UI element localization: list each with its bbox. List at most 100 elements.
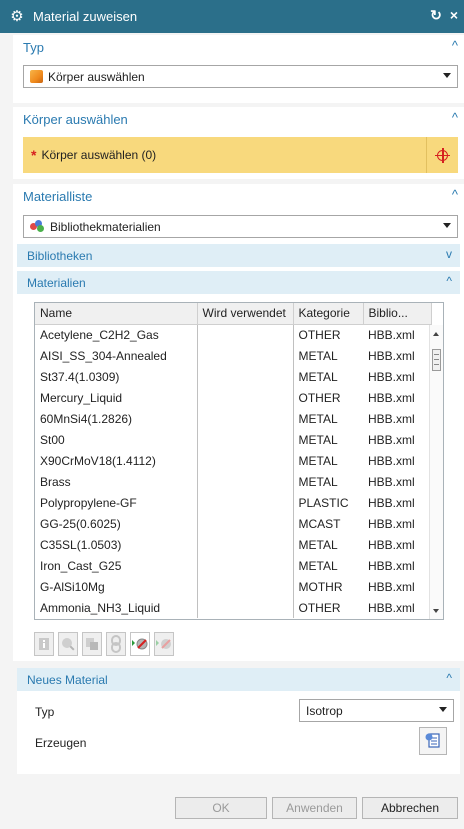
table-row[interactable]: Ammonia_NH3_Liquid OTHER HBB.xml	[35, 597, 431, 618]
typ-section-title: Typ	[23, 39, 44, 55]
dropdown-arrow-icon	[443, 73, 451, 78]
column-header-used[interactable]: Wird verwendet	[197, 303, 294, 325]
typ-dropdown[interactable]: Körper auswählen	[23, 65, 458, 88]
material-name: AISI_SS_304-Annealed	[40, 348, 167, 363]
reset-icon[interactable]: ↻	[430, 7, 442, 24]
close-icon[interactable]: ×	[450, 7, 458, 24]
material-source-value: Bibliothekmaterialien	[50, 219, 161, 234]
typ-section: Typ ^ Körper auswählen	[13, 35, 464, 103]
apply-button[interactable]: Anwenden	[272, 797, 357, 819]
bibliotheken-label: Bibliotheken	[27, 248, 93, 263]
material-name: Polypropylene-GF	[40, 495, 137, 510]
table-row[interactable]: G-AlSi10Mg MOTHR HBB.xml	[35, 576, 431, 597]
table-row[interactable]: 60MnSi4(1.2826) METAL HBB.xml	[35, 408, 431, 429]
link-icon[interactable]	[106, 632, 126, 656]
cancel-button[interactable]: Abbrechen	[362, 797, 458, 819]
select-body-title: Körper auswählen	[23, 111, 128, 127]
material-name: St37.4(1.0309)	[40, 369, 120, 384]
material-library: HBB.xml	[368, 474, 415, 489]
window-title: Material zuweisen	[33, 9, 138, 24]
material-list-header[interactable]: Materialliste ^	[13, 184, 464, 208]
material-source-dropdown[interactable]: Bibliothekmaterialien	[23, 215, 458, 238]
ok-button[interactable]: OK	[175, 797, 267, 819]
material-category: METAL	[298, 348, 338, 363]
table-row[interactable]: Polypropylene-GF PLASTIC HBB.xml	[35, 492, 431, 513]
typ-section-header[interactable]: Typ ^	[13, 35, 464, 59]
material-name: Brass	[40, 474, 71, 489]
material-list-title: Materialliste	[23, 188, 93, 204]
material-category: METAL	[298, 411, 338, 426]
scroll-down-icon[interactable]	[433, 609, 439, 613]
material-name: Mercury_Liquid	[40, 390, 123, 405]
material-name: C35SL(1.0503)	[40, 537, 122, 552]
scroll-up-icon[interactable]	[433, 332, 439, 336]
table-row[interactable]: Acetylene_C2H2_Gas OTHER HBB.xml	[35, 324, 431, 345]
column-header-name[interactable]: Name	[35, 303, 198, 325]
info-icon[interactable]	[34, 632, 54, 656]
collapse-icon[interactable]: ^	[452, 110, 458, 125]
material-name: X90CrMoV18(1.4112)	[40, 453, 156, 468]
material-library: HBB.xml	[368, 600, 415, 615]
material-used	[196, 471, 294, 492]
gear-icon: ⚙	[10, 8, 24, 25]
material-used	[196, 492, 294, 513]
column-header-library[interactable]: Biblio...	[363, 303, 432, 325]
select-body-label: Körper auswählen (0)	[41, 148, 157, 162]
material-used	[196, 429, 294, 450]
inspect-icon[interactable]	[58, 632, 78, 656]
table-row[interactable]: Mercury_Liquid OTHER HBB.xml	[35, 387, 431, 408]
copy-icon[interactable]	[82, 632, 102, 656]
material-category: METAL	[298, 453, 338, 468]
create-material-button[interactable]	[419, 727, 447, 755]
assign-icon[interactable]	[130, 632, 150, 656]
material-library: HBB.xml	[368, 516, 415, 531]
material-used	[196, 555, 294, 576]
material-used	[196, 450, 294, 471]
bibliotheken-subheader[interactable]: Bibliotheken v	[17, 244, 460, 267]
collapse-icon[interactable]: ^	[446, 671, 452, 685]
material-library: HBB.xml	[368, 411, 415, 426]
materialien-subheader[interactable]: Materialien ^	[17, 271, 460, 294]
material-library: HBB.xml	[368, 537, 415, 552]
expand-icon[interactable]: v	[446, 247, 452, 261]
collapse-icon[interactable]: ^	[446, 274, 452, 288]
material-used	[196, 597, 294, 618]
material-name: Iron_Cast_G25	[40, 558, 122, 573]
table-row[interactable]: X90CrMoV18(1.4112) METAL HBB.xml	[35, 450, 431, 471]
material-category: OTHER	[298, 390, 341, 405]
material-category: PLASTIC	[298, 495, 349, 510]
material-library: HBB.xml	[368, 579, 415, 594]
column-header-category[interactable]: Kategorie	[293, 303, 364, 325]
material-library: HBB.xml	[368, 495, 415, 510]
material-category: METAL	[298, 474, 338, 489]
new-material-typ-dropdown[interactable]: Isotrop	[299, 699, 454, 722]
material-name: Ammonia_NH3_Liquid	[40, 600, 161, 615]
table-row[interactable]: AISI_SS_304-Annealed METAL HBB.xml	[35, 345, 431, 366]
collapse-icon[interactable]: ^	[452, 187, 458, 202]
table-row[interactable]: St00 METAL HBB.xml	[35, 429, 431, 450]
select-body-section: Körper auswählen ^ * Körper auswählen (0…	[13, 107, 464, 179]
material-used	[196, 576, 294, 597]
select-body-row[interactable]: * Körper auswählen (0)	[23, 137, 458, 173]
material-table[interactable]: Name Wird verwendet Kategorie Biblio... …	[34, 302, 444, 620]
material-used	[196, 366, 294, 387]
table-row[interactable]: St37.4(1.0309) METAL HBB.xml	[35, 366, 431, 387]
required-marker: *	[31, 147, 37, 163]
material-library: HBB.xml	[368, 432, 415, 447]
select-body-header[interactable]: Körper auswählen ^	[13, 107, 464, 131]
table-row[interactable]: GG-25(0.6025) MCAST HBB.xml	[35, 513, 431, 534]
collapse-icon[interactable]: ^	[452, 38, 458, 53]
scroll-thumb[interactable]	[432, 349, 441, 371]
select-target-button[interactable]	[426, 137, 458, 173]
material-name: G-AlSi10Mg	[40, 579, 105, 594]
table-row[interactable]: Iron_Cast_G25 METAL HBB.xml	[35, 555, 431, 576]
table-scrollbar[interactable]	[429, 325, 443, 619]
table-row[interactable]: Brass METAL HBB.xml	[35, 471, 431, 492]
new-material-typ-label: Typ	[35, 705, 55, 719]
material-category: OTHER	[298, 600, 341, 615]
table-row[interactable]: C35SL(1.0503) METAL HBB.xml	[35, 534, 431, 555]
new-material-header[interactable]: Neues Material ^	[17, 668, 460, 691]
unassign-icon[interactable]	[154, 632, 174, 656]
material-library: HBB.xml	[368, 453, 415, 468]
material-used	[196, 513, 294, 534]
